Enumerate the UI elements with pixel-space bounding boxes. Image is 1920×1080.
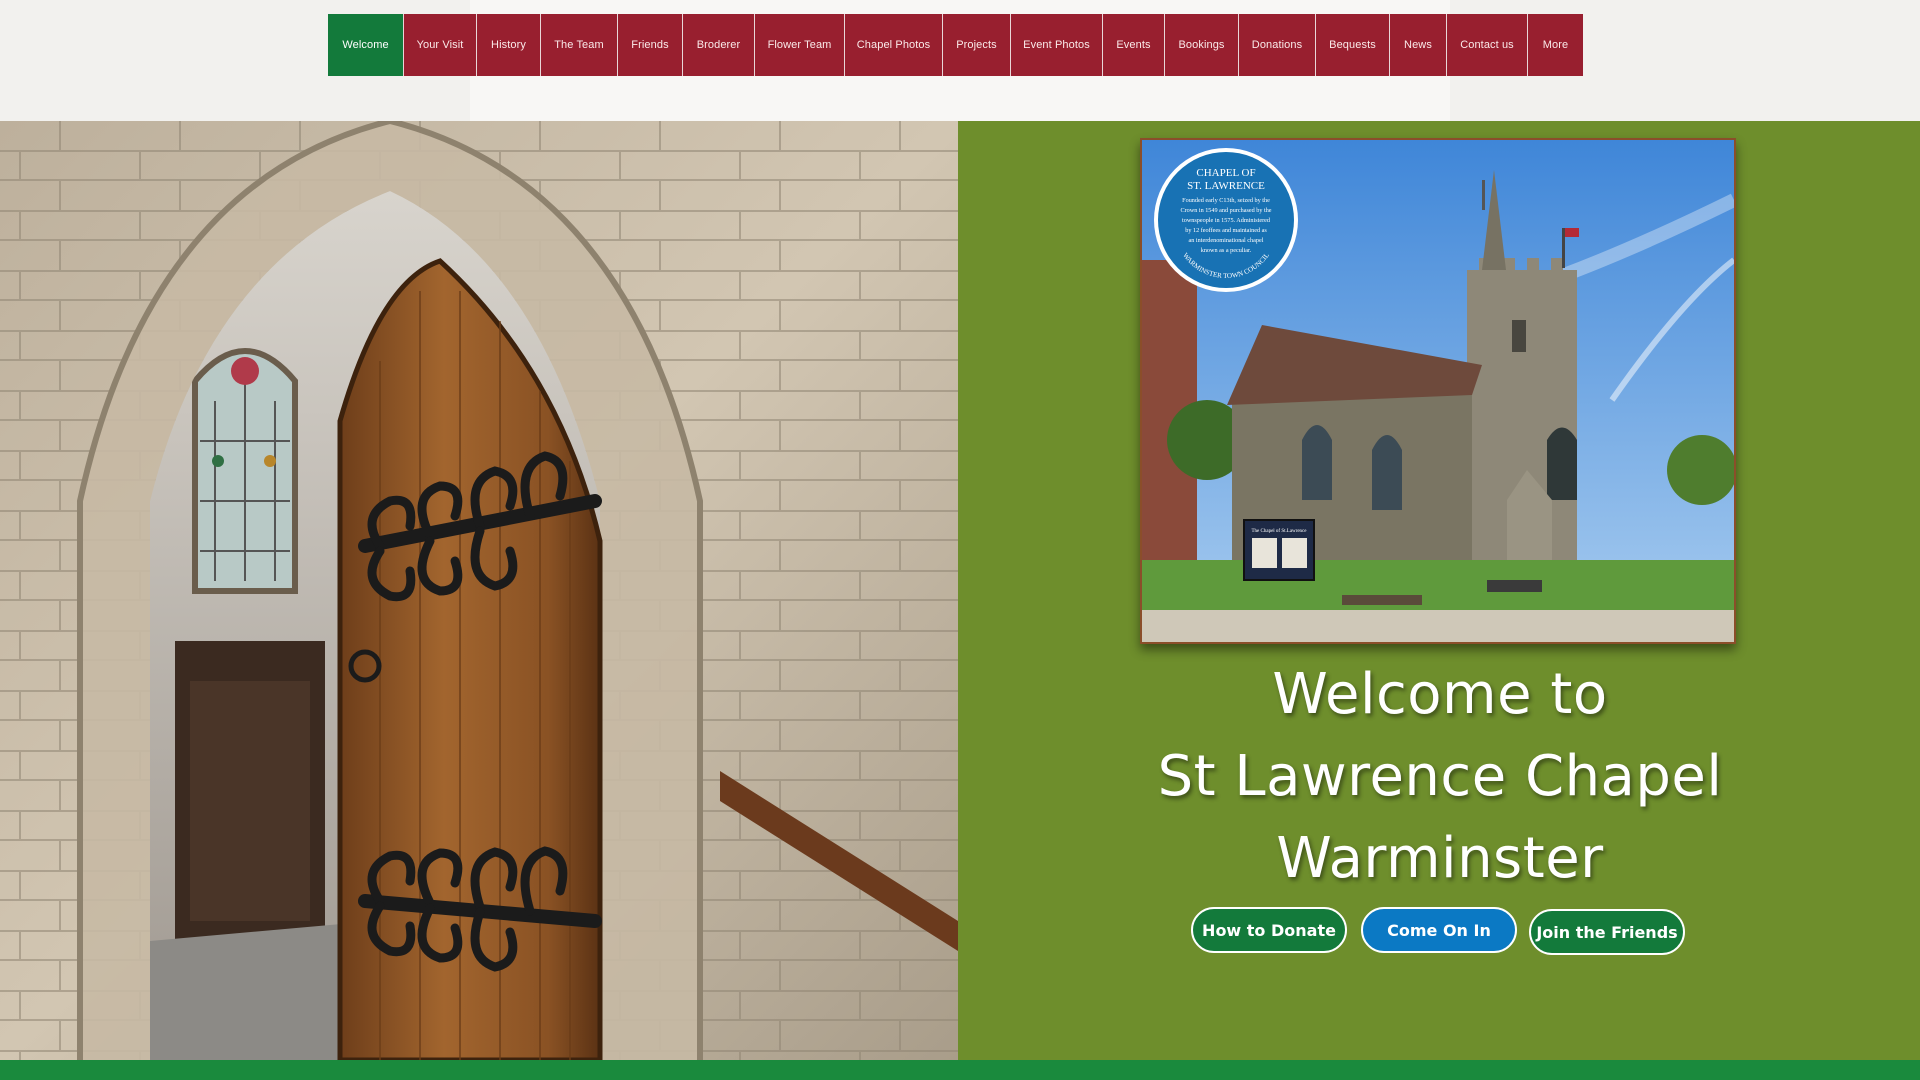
- chapel-door-illustration: [0, 121, 958, 1060]
- plaque-body-line: an interdenominational chapel: [1189, 237, 1264, 244]
- how-to-donate-button[interactable]: How to Donate: [1191, 907, 1347, 953]
- noticeboard-title: The Chapel of St.Lawrence: [1252, 529, 1308, 534]
- nav-item-events[interactable]: Events: [1103, 14, 1165, 76]
- nav-item-your-visit[interactable]: Your Visit: [404, 14, 477, 76]
- nav-item-friends[interactable]: Friends: [618, 14, 683, 76]
- welcome-heading: Welcome to St Lawrence Chapel Warminster: [1140, 654, 1740, 900]
- join-the-friends-button[interactable]: Join the Friends: [1529, 909, 1685, 955]
- nav-item-broderer[interactable]: Broderer: [683, 14, 755, 76]
- nav-item-donations[interactable]: Donations: [1239, 14, 1316, 76]
- chapel-exterior-photo: The Chapel of St.Lawrence CHAPEL OF ST. …: [1140, 138, 1736, 644]
- site-header: Welcome Your Visit History The Team Frie…: [0, 0, 1920, 121]
- nav-item-welcome[interactable]: Welcome: [328, 14, 404, 76]
- nav-item-bookings[interactable]: Bookings: [1165, 14, 1239, 76]
- nav-item-event-photos[interactable]: Event Photos: [1011, 14, 1103, 76]
- welcome-line-2: St Lawrence Chapel: [1157, 744, 1723, 809]
- come-on-in-button[interactable]: Come On In: [1361, 907, 1517, 953]
- plaque-body-line: by 12 feoffees and maintained as: [1185, 227, 1267, 234]
- nav-item-news[interactable]: News: [1390, 14, 1447, 76]
- nav-item-bequests[interactable]: Bequests: [1316, 14, 1390, 76]
- nav-item-contact-us[interactable]: Contact us: [1447, 14, 1528, 76]
- nav-item-history[interactable]: History: [477, 14, 541, 76]
- nav-item-projects[interactable]: Projects: [943, 14, 1011, 76]
- nav-item-more[interactable]: More: [1528, 14, 1583, 76]
- footer-bar: [0, 1060, 1920, 1080]
- welcome-line-3: Warminster: [1276, 826, 1604, 891]
- plaque-title-line2: ST. LAWRENCE: [1187, 180, 1265, 192]
- plaque-title-line1: CHAPEL OF: [1196, 167, 1255, 179]
- plaque-body-line: townspeople in 1575. Administered: [1182, 217, 1271, 224]
- plaque-body-line: Founded early C13th, seized by the: [1182, 197, 1270, 204]
- welcome-line-1: Welcome to: [1272, 662, 1608, 727]
- nav-item-flower-team[interactable]: Flower Team: [755, 14, 845, 76]
- nav-item-the-team[interactable]: The Team: [541, 14, 618, 76]
- plaque-body-line: Crown in 1549 and purchased by the: [1180, 207, 1271, 214]
- plaque-body-line: known as a peculiar.: [1201, 247, 1252, 254]
- nav-item-chapel-photos[interactable]: Chapel Photos: [845, 14, 943, 76]
- blue-plaque: CHAPEL OF ST. LAWRENCE Founded early C13…: [1154, 148, 1298, 292]
- chapel-door-photo: [0, 121, 958, 1060]
- main-nav: Welcome Your Visit History The Team Frie…: [328, 14, 1583, 76]
